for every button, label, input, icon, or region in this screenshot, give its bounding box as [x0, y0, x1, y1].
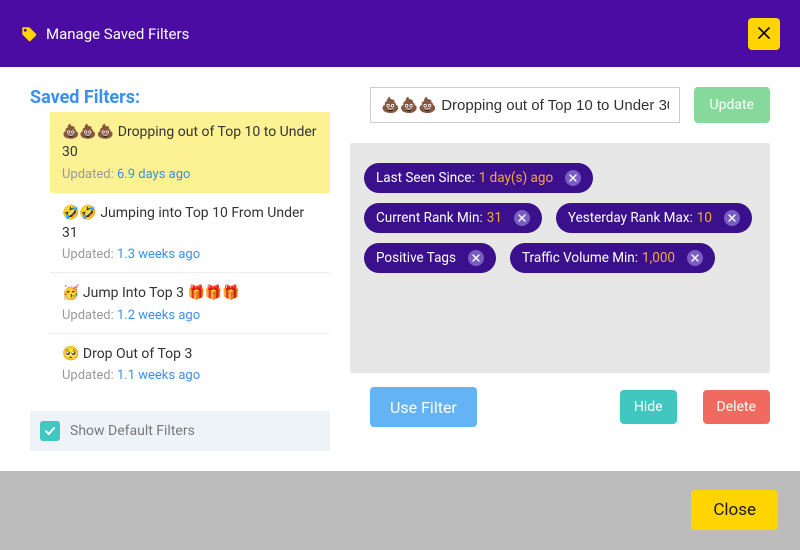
- updated-value: 6.9 days ago: [117, 167, 190, 182]
- chip-remove-icon[interactable]: [565, 170, 581, 186]
- update-button[interactable]: Update: [694, 87, 770, 123]
- filter-item-updated: Updated: 1.3 weeks ago: [62, 247, 318, 262]
- chip-remove-icon[interactable]: [468, 250, 484, 266]
- updated-label: Updated:: [62, 167, 117, 182]
- use-filter-button[interactable]: Use Filter: [370, 387, 477, 427]
- show-defaults-row[interactable]: Show Default Filters: [30, 411, 330, 451]
- modal-footer: Close: [0, 471, 800, 550]
- left-panel: Saved Filters: 💩💩💩 Dropping out of Top 1…: [30, 87, 330, 451]
- active-filters-area: Last Seen Since: 1 day(s) ago Current Ran…: [350, 143, 770, 373]
- chip-label: Last Seen Since:: [376, 170, 475, 186]
- chip-label: Current Rank Min:: [376, 210, 483, 226]
- chip-value: 10: [697, 210, 712, 226]
- chip-remove-icon[interactable]: [687, 250, 703, 266]
- filter-item[interactable]: 🥺 Drop Out of Top 3 Updated: 1.1 weeks ag…: [50, 334, 330, 393]
- filter-chip: Current Rank Min: 31: [364, 203, 542, 233]
- modal-title: Manage Saved Filters: [46, 25, 189, 43]
- filter-item-updated: Updated: 1.1 weeks ago: [62, 368, 318, 383]
- manage-filters-modal: Manage Saved Filters Saved Filters: 💩💩💩 …: [0, 0, 800, 550]
- filter-item[interactable]: 🤣🤣 Jumping into Top 10 From Under 31 Upda…: [50, 193, 330, 274]
- filter-chip: Traffic Volume Min: 1,000: [510, 243, 715, 273]
- updated-label: Updated:: [62, 368, 117, 383]
- close-x-button[interactable]: [748, 18, 780, 50]
- filter-item-name: 🥳 Jump Into Top 3 🎁🎁🎁: [62, 283, 318, 303]
- filter-item-updated: Updated: 6.9 days ago: [62, 167, 318, 182]
- updated-value: 1.2 weeks ago: [117, 308, 200, 323]
- filter-item-updated: Updated: 1.2 weeks ago: [62, 308, 318, 323]
- modal-header: Manage Saved Filters: [0, 0, 800, 67]
- right-panel: Update Last Seen Since: 1 day(s) ago Curr…: [350, 87, 770, 451]
- chip-value: 31: [487, 210, 502, 226]
- filter-list: 💩💩💩 Dropping out of Top 10 to Under 30 Up…: [30, 112, 330, 393]
- updated-value: 1.3 weeks ago: [117, 247, 200, 262]
- filter-chip: Positive Tags: [364, 243, 496, 273]
- filter-item[interactable]: 🥳 Jump Into Top 3 🎁🎁🎁 Updated: 1.2 weeks …: [50, 273, 330, 333]
- check-icon: [44, 425, 56, 437]
- delete-button[interactable]: Delete: [703, 390, 770, 424]
- updated-label: Updated:: [62, 308, 117, 323]
- updated-label: Updated:: [62, 247, 117, 262]
- filter-name-input[interactable]: [370, 87, 680, 123]
- chip-label: Traffic Volume Min:: [522, 250, 638, 266]
- chip-value: 1 day(s) ago: [479, 170, 553, 186]
- updated-value: 1.1 weeks ago: [117, 368, 200, 383]
- chip-label: Yesterday Rank Max:: [568, 210, 693, 226]
- saved-filters-heading: Saved Filters:: [30, 87, 330, 108]
- filter-item-name: 🤣🤣 Jumping into Top 10 From Under 31: [62, 203, 318, 244]
- close-button[interactable]: Close: [691, 490, 778, 530]
- chip-remove-icon[interactable]: [724, 210, 740, 226]
- filter-item-name: 🥺 Drop Out of Top 3: [62, 344, 318, 364]
- hide-button[interactable]: Hide: [620, 390, 677, 424]
- name-edit-row: Update: [350, 87, 770, 123]
- chip-remove-icon[interactable]: [514, 210, 530, 226]
- chip-value: 1,000: [642, 250, 675, 266]
- filter-chip: Last Seen Since: 1 day(s) ago: [364, 163, 593, 193]
- show-defaults-checkbox[interactable]: [40, 421, 60, 441]
- tag-icon: [20, 25, 38, 43]
- filter-item[interactable]: 💩💩💩 Dropping out of Top 10 to Under 30 Up…: [50, 112, 330, 193]
- modal-body: Saved Filters: 💩💩💩 Dropping out of Top 1…: [0, 67, 800, 471]
- header-left: Manage Saved Filters: [20, 25, 189, 43]
- action-row: Use Filter Hide Delete: [350, 387, 770, 427]
- close-icon: [758, 26, 770, 42]
- filter-chip: Yesterday Rank Max: 10: [556, 203, 752, 233]
- show-defaults-label: Show Default Filters: [70, 423, 195, 439]
- filter-item-name: 💩💩💩 Dropping out of Top 10 to Under 30: [62, 122, 318, 163]
- chip-label: Positive Tags: [376, 250, 456, 266]
